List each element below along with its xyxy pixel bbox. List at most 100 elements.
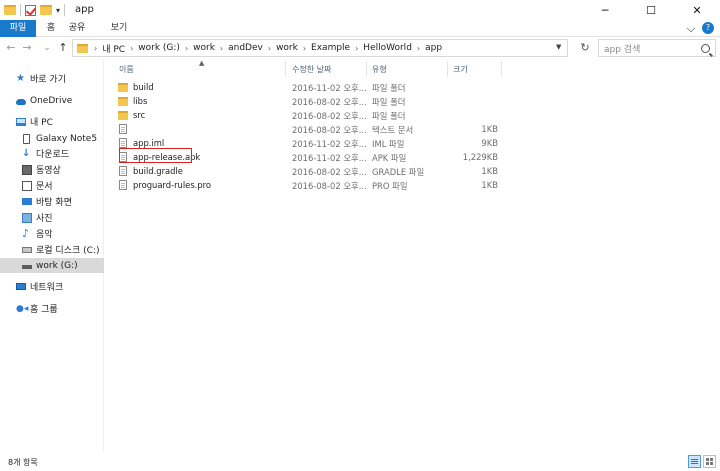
sidebar-item-label: 다운로드: [36, 150, 70, 160]
column-header-size[interactable]: 크기: [453, 64, 468, 75]
maximize-button[interactable]: ☐: [628, 0, 674, 20]
folder-icon: [77, 43, 88, 53]
chevron-right-icon[interactable]: ›: [417, 44, 420, 53]
chevron-right-icon[interactable]: ›: [268, 44, 271, 53]
breadcrumb-this-pc[interactable]: 내 PC: [102, 42, 125, 55]
sidebar-item-local-disk-c[interactable]: 로컬 디스크 (C:): [0, 242, 104, 257]
folder-icon[interactable]: [4, 5, 16, 15]
large-icons-view-icon[interactable]: [703, 455, 716, 468]
pc-icon: [16, 117, 26, 126]
sidebar-item-label: 사진: [36, 214, 53, 224]
file-size: 1,229KB: [462, 152, 498, 162]
breadcrumb-helloworld[interactable]: HelloWorld: [363, 43, 412, 53]
sidebar-item-onedrive[interactable]: OneDrive: [0, 93, 104, 108]
recent-locations-button[interactable]: ⌄: [40, 40, 54, 56]
breadcrumb-work-2[interactable]: work: [276, 43, 298, 53]
sidebar-item-videos[interactable]: 동영상: [0, 162, 104, 177]
column-divider[interactable]: [285, 61, 286, 77]
details-view-icon[interactable]: [688, 455, 701, 468]
sidebar-item-label: 홈 그룹: [30, 305, 58, 315]
sidebar-item-galaxy-note5[interactable]: Galaxy Note5: [0, 131, 104, 146]
file-type: APK 파일: [372, 153, 407, 163]
chevron-right-icon[interactable]: ›: [303, 44, 306, 53]
column-divider[interactable]: [366, 61, 367, 77]
sidebar-item-music[interactable]: ♪ 음악: [0, 226, 104, 241]
forward-button[interactable]: →: [20, 40, 34, 56]
address-dropdown-icon[interactable]: ▼: [556, 43, 561, 51]
file-name: proguard-rules.pro: [133, 180, 212, 190]
back-button[interactable]: ←: [4, 40, 18, 56]
list-item[interactable]: build.gradle 2016-08-02 오후... GRADLE 파일 …: [115, 165, 505, 179]
sidebar-item-pictures[interactable]: 사진: [0, 210, 104, 225]
list-item[interactable]: proguard-rules.pro 2016-08-02 오후... PRO …: [115, 179, 505, 193]
file-name: build.gradle: [133, 166, 183, 176]
list-item[interactable]: src 2016-08-02 오후... 파일 폴더: [115, 109, 505, 123]
properties-icon[interactable]: [25, 4, 36, 16]
ribbon-tabs: 파일 홈 공유 보기 ?: [0, 20, 720, 37]
navigation-pane: ★ 바로 가기 OneDrive 내 PC Galaxy Note5 ↓ 다운로…: [0, 59, 104, 452]
file-type: 텍스트 문서: [372, 125, 414, 135]
title-bar: ▾ app ─ ☐ ✕: [0, 0, 720, 20]
breadcrumb-example[interactable]: Example: [311, 43, 350, 53]
chevron-right-icon[interactable]: ›: [355, 44, 358, 53]
tab-share[interactable]: 공유: [62, 20, 92, 37]
file-size: 1KB: [481, 124, 498, 134]
tab-file[interactable]: 파일: [0, 20, 36, 37]
quick-access-toolbar: ▾: [4, 3, 66, 17]
breadcrumb-work[interactable]: work: [193, 43, 215, 53]
breadcrumb-work-drive[interactable]: work (G:): [138, 43, 180, 53]
file-type: IML 파일: [372, 139, 405, 149]
tab-home[interactable]: 홈: [40, 20, 62, 37]
address-bar[interactable]: › 내 PC › work (G:) › work › andDev › wor…: [72, 39, 568, 57]
close-button[interactable]: ✕: [674, 0, 720, 20]
minimize-button[interactable]: ─: [582, 0, 628, 20]
refresh-icon[interactable]: ↻: [578, 41, 592, 55]
column-header-type[interactable]: 유형: [372, 64, 387, 75]
chevron-right-icon[interactable]: ›: [220, 44, 223, 53]
column-header-date[interactable]: 수정한 날짜: [292, 64, 331, 75]
list-item[interactable]: libs 2016-08-02 오후... 파일 폴더: [115, 95, 505, 109]
chevron-right-icon[interactable]: ›: [94, 44, 97, 53]
folder-icon: [118, 83, 128, 92]
search-icon: [701, 43, 710, 53]
chevron-right-icon[interactable]: ›: [130, 44, 133, 53]
sidebar-item-this-pc[interactable]: 내 PC: [0, 114, 104, 129]
sidebar-item-quick-access[interactable]: ★ 바로 가기: [0, 71, 104, 86]
list-item[interactable]: 2016-08-02 오후... 텍스트 문서 1KB: [115, 123, 505, 137]
file-name: app.iml: [133, 138, 165, 148]
customize-dropdown-icon[interactable]: ▾: [56, 6, 60, 15]
local-disk-icon: [22, 246, 32, 253]
sidebar-item-label: 바로 가기: [30, 75, 66, 85]
file-size: 1KB: [481, 166, 498, 176]
file-name: build: [133, 82, 154, 92]
breadcrumb-anddev[interactable]: andDev: [228, 43, 263, 53]
sidebar-item-work-g[interactable]: work (G:): [0, 258, 104, 273]
sidebar-item-downloads[interactable]: ↓ 다운로드: [0, 146, 104, 161]
column-divider[interactable]: [501, 61, 502, 77]
column-header-name[interactable]: 이름: [119, 64, 134, 75]
file-icon: [119, 180, 127, 190]
sidebar-item-documents[interactable]: 문서: [0, 178, 104, 193]
column-divider[interactable]: [447, 61, 448, 77]
search-placeholder: app 검색: [604, 44, 641, 55]
help-icon[interactable]: ?: [702, 22, 714, 34]
file-list: ▲ 이름 수정한 날짜 유형 크기 build 2016-11-02 오후...…: [105, 59, 720, 452]
sidebar-item-desktop[interactable]: 바탕 화면: [0, 194, 104, 209]
star-icon: ★: [16, 72, 25, 84]
breadcrumb-app[interactable]: app: [425, 43, 442, 53]
new-folder-icon[interactable]: [40, 5, 52, 15]
list-item[interactable]: build 2016-11-02 오후... 파일 폴더: [115, 81, 505, 95]
sidebar-item-label: 로컬 디스크 (C:): [36, 246, 100, 256]
sidebar-item-network[interactable]: 네트워크: [0, 279, 104, 294]
file-date: 2016-11-02 오후...: [292, 139, 367, 149]
network-icon: [16, 283, 26, 290]
window-controls: ─ ☐ ✕: [582, 0, 720, 20]
file-icon: [119, 166, 127, 176]
homegroup-icon: ●◂: [16, 303, 29, 314]
tab-view[interactable]: 보기: [104, 20, 134, 37]
up-button[interactable]: ↑: [56, 40, 70, 56]
expand-ribbon-icon[interactable]: [686, 23, 696, 33]
sidebar-item-homegroup[interactable]: ●◂ 홈 그룹: [0, 301, 104, 316]
chevron-right-icon[interactable]: ›: [185, 44, 188, 53]
search-input[interactable]: app 검색: [598, 39, 716, 57]
